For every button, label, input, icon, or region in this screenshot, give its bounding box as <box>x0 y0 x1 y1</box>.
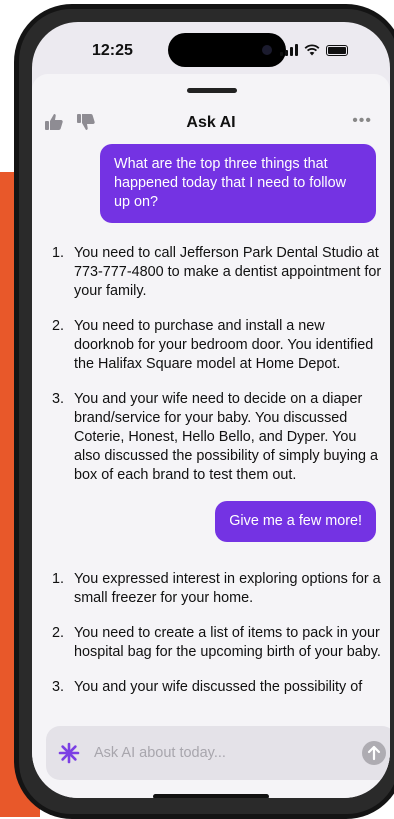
chat-thread: What are the top three things that happe… <box>32 144 390 724</box>
ask-ai-sheet: Ask AI ••• What are the top three things… <box>32 74 390 798</box>
page-title: Ask AI <box>186 114 236 131</box>
list-item: 1. You expressed interest in exploring op… <box>52 571 381 606</box>
more-options-button[interactable]: ••• <box>352 112 372 130</box>
list-item: 1. You need to call Jefferson Park Dental… <box>52 245 382 299</box>
list-item: 3. You and your wife discussed the possib… <box>52 679 363 695</box>
battery-icon <box>326 45 348 56</box>
dynamic-island <box>168 33 286 67</box>
cellular-signal-icon <box>280 44 298 56</box>
send-button[interactable] <box>362 741 386 765</box>
phone-screen: 12:25 Ask AI ••• What are the top three … <box>32 22 390 798</box>
list-item: 2. You need to create a list of items to … <box>52 625 381 660</box>
home-indicator[interactable] <box>153 794 269 798</box>
ai-response-list: 1. You need to call Jefferson Park Dental… <box>52 244 382 501</box>
arrow-up-icon <box>367 745 381 761</box>
sheet-header: Ask AI ••• <box>32 110 390 140</box>
ai-response-list: 1. You expressed interest in exploring op… <box>52 570 382 713</box>
user-message-bubble: Give me a few more! <box>215 501 376 542</box>
status-time: 12:25 <box>92 42 133 59</box>
sheet-grabber[interactable] <box>187 88 237 93</box>
status-bar: 12:25 <box>32 22 390 78</box>
ask-ai-input-bar <box>46 726 390 780</box>
user-message-bubble: What are the top three things that happe… <box>100 144 376 223</box>
ask-ai-input[interactable] <box>94 743 344 763</box>
sparkle-icon <box>58 742 80 764</box>
wifi-icon <box>304 44 320 56</box>
list-item: 2. You need to purchase and install a new… <box>52 318 374 372</box>
list-item: 3. You and your wife need to decide on a … <box>52 391 378 483</box>
